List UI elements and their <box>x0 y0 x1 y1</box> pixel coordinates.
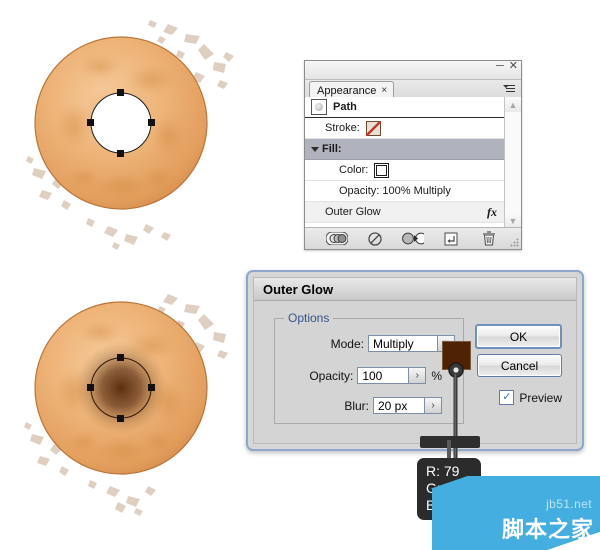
tab-close-icon[interactable]: × <box>381 85 387 96</box>
appearance-panel-footer <box>305 227 521 249</box>
appearance-row-fill[interactable]: Fill: <box>305 139 505 160</box>
opacity-stepper-icon[interactable]: › <box>409 367 427 384</box>
appearance-row-path[interactable]: Path <box>305 97 505 118</box>
tab-appearance-label: Appearance <box>317 84 377 97</box>
blur-stepper-icon[interactable]: › <box>425 397 442 414</box>
window-controls[interactable]: ─ ✕ <box>496 61 518 72</box>
opacity-label: Opacity: <box>309 368 354 383</box>
opacity-unit: % <box>431 368 442 383</box>
appearance-panel[interactable]: ─ ✕ Appearance × Path Stroke: Fill: Colo… <box>304 60 522 250</box>
fx-icon[interactable]: fx <box>487 205 497 220</box>
glow-color-swatch[interactable] <box>442 341 471 370</box>
ok-button[interactable]: OK <box>475 324 562 349</box>
appearance-row-color[interactable]: Color: <box>305 160 505 181</box>
blur-label: Blur: <box>344 398 369 413</box>
watermark: jb51.net 脚本之家 <box>432 476 600 550</box>
donut-top[interactable] <box>18 18 243 253</box>
donut-bottom[interactable] <box>18 288 243 518</box>
preview-checkbox-row[interactable]: ✓ Preview <box>499 390 562 405</box>
appearance-row-path-label: Path <box>333 101 357 113</box>
fill-color-swatch-icon[interactable] <box>374 162 390 178</box>
appearance-row-stroke[interactable]: Stroke: <box>305 118 505 139</box>
panel-menu-icon[interactable] <box>503 82 517 95</box>
cancel-button-label: Cancel <box>500 358 539 373</box>
mode-label: Mode: <box>330 336 364 351</box>
panel-titlebar[interactable]: ─ ✕ <box>305 61 521 80</box>
panel-resize-grip[interactable] <box>510 238 519 247</box>
appearance-row-opacity-label: Opacity: 100% Multiply <box>339 185 451 197</box>
duplicate-selected-item-icon[interactable] <box>440 232 462 246</box>
delete-selected-item-icon[interactable] <box>478 231 500 246</box>
dialog-titlebar[interactable]: Outer Glow <box>254 278 576 301</box>
appearance-row-fill-label: Fill: <box>322 143 342 155</box>
cancel-button[interactable]: Cancel <box>477 354 562 377</box>
donut-hole <box>90 92 152 154</box>
mode-select-value[interactable]: Multiply <box>368 335 438 352</box>
minimize-icon[interactable]: ─ <box>496 61 504 72</box>
blur-control[interactable]: Blur: 20 px › <box>344 397 442 414</box>
appearance-row-stroke-label: Stroke: <box>325 122 360 134</box>
clear-appearance-icon[interactable] <box>364 231 386 246</box>
dialog-inner-frame: Outer Glow Options Mode: Multiply ▾ Opac… <box>253 277 577 462</box>
appearance-row-color-label: Color: <box>339 164 369 176</box>
outer-glow-dialog[interactable]: Outer Glow Options Mode: Multiply ▾ Opac… <box>246 270 584 462</box>
watermark-site-name: 脚本之家 <box>501 518 594 543</box>
appearance-scrollbar[interactable]: ▲ ▼ <box>504 97 521 228</box>
dialog-title: Outer Glow <box>263 281 334 297</box>
blur-input[interactable]: 20 px <box>373 397 425 414</box>
appearance-row-outer-glow-label: Outer Glow <box>325 206 381 218</box>
appearance-row-opacity[interactable]: Opacity: 100% Multiply <box>305 181 505 202</box>
appearance-row-outer-glow[interactable]: Outer Glow fx <box>305 202 505 223</box>
opacity-input[interactable]: 100 <box>357 367 410 384</box>
preview-checkbox[interactable]: ✓ <box>499 390 515 405</box>
scrollbar-track[interactable] <box>505 112 521 213</box>
scroll-down-icon[interactable]: ▼ <box>505 213 521 228</box>
options-fieldset: Options Mode: Multiply ▾ Opacity: 100 › … <box>274 311 464 424</box>
disclosure-triangle-icon[interactable] <box>311 146 319 152</box>
scroll-up-icon[interactable]: ▲ <box>505 97 521 112</box>
options-legend: Options <box>284 311 334 325</box>
watermark-url: jb51.net <box>546 497 592 511</box>
ok-button-label: OK <box>509 329 528 344</box>
opacity-control[interactable]: Opacity: 100 › % <box>309 367 442 384</box>
appearance-item-list: Path Stroke: Fill: Color: Opacity: 100% … <box>305 97 505 228</box>
preview-label: Preview <box>519 390 562 405</box>
stroke-none-swatch-icon[interactable] <box>365 120 381 136</box>
reduce-to-basic-appearance-icon[interactable] <box>402 232 424 246</box>
new-art-has-basic-appearance-icon[interactable] <box>326 232 348 246</box>
close-icon[interactable]: ✕ <box>509 61 518 72</box>
target-indicator-icon[interactable] <box>311 99 327 115</box>
